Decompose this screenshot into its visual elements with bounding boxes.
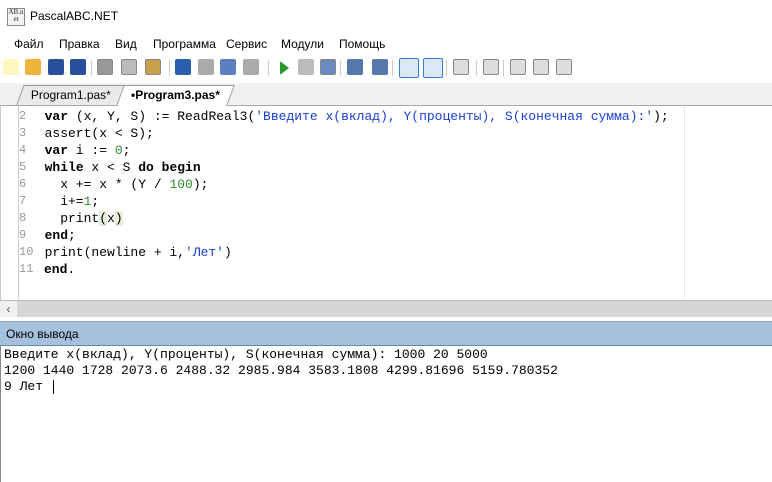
output-panel-title: Окно вывода — [6, 327, 79, 341]
output-text: 9 Лет — [4, 379, 51, 394]
toolbar-separator — [476, 60, 477, 76]
toolbar-separator — [446, 60, 447, 76]
console-icon[interactable] — [399, 58, 419, 78]
code-icon[interactable] — [483, 59, 499, 75]
compile-icon[interactable] — [320, 59, 336, 75]
code-line: 5 while x < S do begin — [1, 159, 772, 176]
text-icon[interactable] — [423, 58, 443, 78]
menu-item[interactable]: Модули — [281, 37, 324, 51]
new-file-icon[interactable] — [3, 59, 19, 75]
code-line: 10 print(newline + i,'Лет') — [1, 244, 772, 261]
step-into-icon[interactable] — [347, 59, 363, 75]
code-text: assert(x < S); — [29, 126, 154, 141]
code-line: 6 x += x * (Y / 100); — [1, 176, 772, 193]
output-line: 9 Лет — [4, 379, 54, 395]
menu-bar: Файл Правка Вид Программа Сервис Модули Помощь — [0, 34, 772, 54]
paste-icon[interactable] — [145, 59, 161, 75]
code-text: print(x) — [29, 211, 123, 226]
window-title: PascalABC.NET — [30, 9, 119, 23]
code-line: 9 end; — [1, 227, 772, 244]
output-line: 1200 1440 1728 2073.6 2488.32 2985.984 3… — [4, 363, 558, 379]
code-text: print(newline + i,'Лет') — [29, 245, 232, 260]
line-number: 11 — [19, 262, 34, 276]
code-line: 11 end. — [1, 261, 772, 278]
tab-label: •Program3.pas* — [131, 88, 220, 102]
menu-item[interactable]: Файл — [14, 37, 44, 51]
format-icon[interactable] — [453, 59, 469, 75]
run-icon[interactable] — [280, 61, 289, 75]
tab-bar: Program1.pas* •Program3.pas* — [0, 83, 772, 106]
stop-icon[interactable] — [298, 59, 314, 75]
code-text: var i := 0; — [44, 143, 131, 158]
output-panel-header: Окно вывода — [0, 321, 772, 346]
menu-item[interactable]: Программа — [153, 37, 216, 51]
redo-icon[interactable] — [198, 59, 214, 75]
toolbar-separator — [392, 60, 393, 76]
text-caret — [52, 379, 54, 394]
code-text: while x < S do begin — [44, 160, 201, 175]
code-line: 3 assert(x < S); — [1, 125, 772, 142]
save-all-icon[interactable] — [70, 59, 86, 75]
title-bar: AB.net PascalABC.NET — [0, 0, 772, 32]
code-line: 8 print(x) — [1, 210, 772, 227]
code-text: end; — [44, 228, 76, 243]
code-editor[interactable]: 2 var (x, Y, S) := ReadReal3('Введите x(… — [0, 106, 772, 300]
code-text: var (x, Y, S) := ReadReal3('Введите x(вк… — [44, 109, 669, 124]
menu-item[interactable]: Вид — [115, 37, 137, 51]
undo-icon[interactable] — [175, 59, 191, 75]
open-icon[interactable] — [25, 59, 41, 75]
tab-program1[interactable]: Program1.pas* — [16, 85, 126, 105]
doc-d-icon[interactable] — [510, 59, 526, 75]
toolbar-separator — [169, 60, 170, 76]
toolbar-separator — [503, 60, 504, 76]
horizontal-scrollbar[interactable]: ‹ — [0, 300, 772, 317]
code-text: i+=1; — [29, 194, 100, 209]
doc-l-icon[interactable] — [533, 59, 549, 75]
unindent-icon[interactable] — [243, 59, 259, 75]
cut-icon[interactable] — [97, 59, 113, 75]
toolbar-separator — [268, 60, 269, 76]
code-line: 7 i+=1; — [1, 193, 772, 210]
save-icon[interactable] — [48, 59, 64, 75]
toolbar-separator — [340, 60, 341, 76]
output-line: Введите x(вклад), Y(проценты), S(конечна… — [4, 347, 488, 363]
indent-icon[interactable] — [220, 59, 236, 75]
copy-icon[interactable] — [121, 59, 137, 75]
output-text: 1200 1440 1728 2073.6 2488.32 2985.984 3… — [4, 363, 558, 378]
toolbar — [0, 56, 772, 81]
menu-item[interactable]: Помощь — [339, 37, 385, 51]
menu-item[interactable]: Правка — [59, 37, 100, 51]
code-text: end. — [44, 262, 76, 277]
code-line: 2 var (x, Y, S) := ReadReal3('Введите x(… — [1, 108, 772, 125]
app-logo-icon: AB.net — [7, 8, 25, 26]
tab-label: Program1.pas* — [30, 88, 111, 102]
menu-item[interactable]: Сервис — [226, 37, 267, 51]
toolbar-separator — [91, 60, 92, 76]
output-text: Введите x(вклад), Y(проценты), S(конечна… — [4, 347, 488, 362]
scroll-left-icon[interactable]: ‹ — [0, 301, 17, 317]
step-over-icon[interactable] — [372, 59, 388, 75]
doc-r-icon[interactable] — [556, 59, 572, 75]
code-line: 4 var i := 0; — [1, 142, 772, 159]
output-panel[interactable]: Введите x(вклад), Y(проценты), S(конечна… — [0, 346, 772, 482]
code-text: x += x * (Y / 100); — [29, 177, 209, 192]
tab-program3[interactable]: •Program3.pas* — [116, 85, 235, 106]
